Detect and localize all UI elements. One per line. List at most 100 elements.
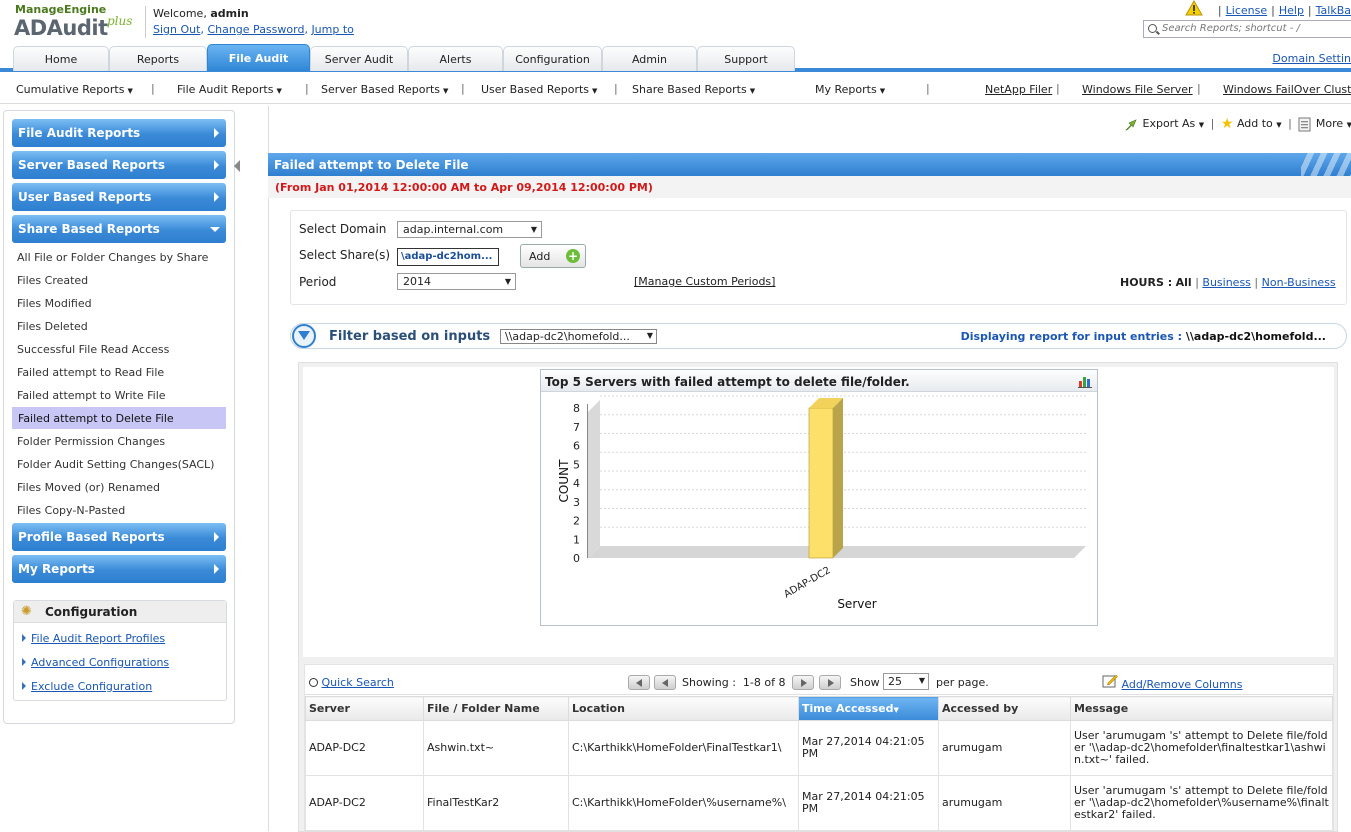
manage-custom-periods-link[interactable]: [Manage Custom Periods] <box>634 275 775 288</box>
hours-non-business-link[interactable]: Non-Business <box>1262 276 1336 289</box>
sidebar-section-my-reports[interactable]: My Reports <box>12 555 226 583</box>
column-header-accessed-by[interactable]: Accessed by <box>938 696 1071 721</box>
change-password-link[interactable]: Change Password <box>207 23 304 36</box>
windows-failover-cluster-link[interactable]: Windows FailOver Clust <box>1223 83 1351 96</box>
vendor-logo-text: ManageEngine <box>15 3 107 16</box>
sidebar-item-files-modified[interactable]: Files Modified <box>17 297 92 310</box>
menu-share-based-reports[interactable]: Share Based Reports ▼ <box>632 83 755 96</box>
config-link-exclude-configuration[interactable]: Exclude Configuration <box>22 680 152 693</box>
y-tick-label: 4 <box>573 477 580 490</box>
column-header-message[interactable]: Message <box>1070 696 1333 721</box>
chevron-right-icon <box>214 564 219 574</box>
prev-page-button[interactable] <box>654 675 676 690</box>
share-input[interactable]: \adap-dc2hom... <box>397 248 499 266</box>
sidebar-section-profile-based-reports[interactable]: Profile Based Reports <box>12 523 226 551</box>
bar-side <box>833 398 843 558</box>
sidebar-collapse-icon[interactable] <box>234 160 240 172</box>
add-to-button[interactable]: ★ Add to ▼ <box>1220 116 1282 132</box>
sidebar-item-files-moved-renamed[interactable]: Files Moved (or) Renamed <box>17 481 160 494</box>
sidebar-item-files-copy-n-pasted[interactable]: Files Copy-N-Pasted <box>17 504 125 517</box>
menu-server-based-reports[interactable]: Server Based Reports ▼ <box>321 83 448 96</box>
sidebar-section-share-based-reports[interactable]: Share Based Reports <box>12 215 226 243</box>
sidebar-section-server-based-reports[interactable]: Server Based Reports <box>12 151 226 179</box>
domain-settings-link[interactable]: Domain Settin <box>1272 52 1351 65</box>
y-tick-label: 6 <box>573 440 580 453</box>
subnav-separator: | <box>1056 82 1060 95</box>
y-tick-label: 0 <box>573 552 580 565</box>
per-page-select[interactable]: 25 ▼ <box>883 673 929 690</box>
more-button[interactable]: More ▼ <box>1298 117 1351 131</box>
cell-time-accessed: Mar 27,2014 04:21:05 PM <box>798 775 939 831</box>
column-header-time-accessed[interactable]: Time Accessed▼ <box>798 696 939 721</box>
config-link-advanced-configurations[interactable]: Advanced Configurations <box>22 656 169 669</box>
menu-my-reports[interactable]: My Reports ▼ <box>815 83 885 96</box>
table-row[interactable]: ADAP-DC2 Ashwin.txt~ C:\Karthikk\HomeFol… <box>305 720 1333 776</box>
quick-search[interactable]: Quick Search <box>309 676 394 689</box>
per-page-suffix: per page. <box>936 676 989 689</box>
table-row[interactable]: ADAP-DC2 FinalTestKar2 C:\Karthikk\HomeF… <box>305 775 1333 831</box>
sidebar-item-folder-audit-setting-changes[interactable]: Folder Audit Setting Changes(SACL) <box>17 458 214 471</box>
product-logo[interactable]: ADAudit <box>14 16 108 40</box>
cell-server: ADAP-DC2 <box>305 775 424 831</box>
tab-admin[interactable]: Admin <box>602 46 697 71</box>
filter-icon[interactable] <box>292 324 316 348</box>
y-tick-label: 2 <box>573 515 580 528</box>
config-link-file-audit-profiles[interactable]: File Audit Report Profiles <box>22 632 165 645</box>
license-link[interactable]: License <box>1226 4 1267 17</box>
chart-type-icon[interactable] <box>1078 374 1092 388</box>
period-select[interactable]: 2014 ▼ <box>397 273 516 290</box>
sidebar-item-failed-read[interactable]: Failed attempt to Read File <box>17 366 164 379</box>
last-page-button[interactable] <box>819 675 841 690</box>
help-link[interactable]: Help <box>1279 4 1304 17</box>
sidebar-item-files-deleted[interactable]: Files Deleted <box>17 320 88 333</box>
chevron-right-icon <box>214 532 219 542</box>
tab-reports[interactable]: Reports <box>109 46 207 71</box>
sidebar-item-successful-file-read[interactable]: Successful File Read Access <box>17 343 169 356</box>
tab-alerts[interactable]: Alerts <box>408 46 503 71</box>
pagination-status: Showing : 1-8 of 8 <box>682 676 786 689</box>
star-icon: ★ <box>1220 116 1234 132</box>
filter-label: Filter based on inputs <box>329 329 491 344</box>
export-as-button[interactable]: Export As ▼ <box>1124 117 1204 130</box>
domain-select[interactable]: adap.internal.com ▼ <box>397 221 542 238</box>
column-header-server[interactable]: Server <box>305 696 424 721</box>
sidebar-item-folder-permission-changes[interactable]: Folder Permission Changes <box>17 435 165 448</box>
filter-input-select[interactable]: \\adap-dc2\homefold... ▼ <box>500 329 657 344</box>
sign-out-link[interactable]: Sign Out <box>153 23 200 36</box>
hours-business-link[interactable]: Business <box>1202 276 1251 289</box>
column-header-file-folder-name[interactable]: File / Folder Name <box>423 696 569 721</box>
sidebar-item-failed-delete[interactable]: Failed attempt to Delete File <box>12 407 226 429</box>
sidebar-item-all-changes-by-share[interactable]: All File or Folder Changes by Share <box>17 251 208 264</box>
table-toolbar: Quick Search Showing : 1-8 of 8 Show 25 ▼… <box>305 665 1333 695</box>
search-input[interactable]: Search Reports; shortcut - / <box>1143 20 1351 38</box>
windows-file-server-link[interactable]: Windows File Server <box>1082 83 1193 96</box>
first-page-button[interactable] <box>628 675 650 690</box>
netapp-filer-link[interactable]: NetApp Filer <box>985 83 1052 96</box>
warning-icon[interactable] <box>1185 0 1203 16</box>
hours-all[interactable]: All <box>1176 276 1192 289</box>
tab-file-audit[interactable]: File Audit <box>207 44 310 71</box>
tab-support[interactable]: Support <box>697 46 795 71</box>
report-period: (From Jan 01,2014 12:00:00 AM to Apr 09,… <box>268 176 1351 198</box>
next-page-button[interactable] <box>792 675 814 690</box>
bullet-arrow-icon <box>22 658 26 666</box>
jump-to-link[interactable]: Jump to <box>311 23 353 36</box>
menu-file-audit-reports[interactable]: File Audit Reports ▼ <box>177 83 282 96</box>
add-share-button[interactable]: Add + <box>520 244 586 268</box>
welcome-prefix: Welcome, <box>153 7 207 20</box>
tab-server-audit[interactable]: Server Audit <box>310 46 408 71</box>
tab-configuration[interactable]: Configuration <box>503 46 602 71</box>
sidebar-item-files-created[interactable]: Files Created <box>17 274 88 287</box>
sidebar-item-failed-write[interactable]: Failed attempt to Write File <box>17 389 166 402</box>
export-icon <box>1125 118 1137 130</box>
menu-user-based-reports[interactable]: User Based Reports ▼ <box>481 83 597 96</box>
sidebar-section-file-audit-reports[interactable]: File Audit Reports <box>12 119 226 147</box>
talkback-link[interactable]: TalkBa <box>1316 4 1351 17</box>
menu-cumulative-reports[interactable]: Cumulative Reports ▼ <box>16 83 133 96</box>
column-header-location[interactable]: Location <box>568 696 799 721</box>
tab-home[interactable]: Home <box>13 46 109 71</box>
subnav-separator: | <box>614 82 618 95</box>
cell-location: C:\Karthikk\HomeFolder\FinalTestkar1\ <box>568 720 799 776</box>
sidebar-section-user-based-reports[interactable]: User Based Reports <box>12 183 226 211</box>
add-remove-columns[interactable]: Add/Remove Columns <box>1102 674 1243 691</box>
